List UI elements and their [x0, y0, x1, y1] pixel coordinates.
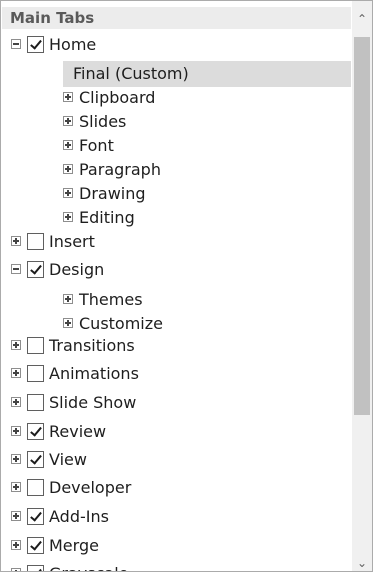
- vertical-scrollbar[interactable]: ⌃ ⌄: [352, 1, 372, 571]
- tab-checkbox[interactable]: [27, 233, 44, 250]
- tree-item-label: Themes: [79, 290, 143, 309]
- chevron-down-icon[interactable]: ⌄: [352, 551, 372, 571]
- tree-item-design[interactable]: Design: [11, 257, 351, 283]
- tab-checkbox[interactable]: [27, 394, 44, 411]
- tree-item-label: Paragraph: [79, 160, 161, 179]
- tree-item-label: Developer: [49, 478, 132, 497]
- main-tabs-tree[interactable]: Main Tabs Home Final (Custom) Clipboard Sli…: [1, 1, 352, 571]
- expand-plus-icon[interactable]: [11, 236, 21, 246]
- tree-item-font[interactable]: Font: [63, 133, 351, 159]
- expand-plus-icon[interactable]: [11, 397, 21, 407]
- tree-item-view[interactable]: View: [11, 447, 351, 473]
- tree-item-label: Add-Ins: [49, 507, 109, 526]
- tab-checkbox[interactable]: [27, 423, 44, 440]
- tree-item-paragraph[interactable]: Paragraph: [63, 157, 351, 183]
- tree-item-label: Grayscale: [49, 561, 128, 571]
- tree-item-label: Drawing: [79, 184, 146, 203]
- tree-item-themes[interactable]: Themes: [63, 287, 351, 313]
- expand-plus-icon[interactable]: [11, 426, 21, 436]
- tree-item-label: Slide Show: [49, 393, 137, 412]
- tab-checkbox[interactable]: [27, 479, 44, 496]
- tree-item-final-custom[interactable]: Final (Custom): [63, 61, 351, 87]
- tree-item-label: Design: [49, 260, 105, 279]
- tree-item-label: Insert: [49, 232, 95, 251]
- tree-item-label: View: [49, 450, 87, 469]
- tree-item-add-ins[interactable]: Add-Ins: [11, 504, 351, 530]
- expand-plus-icon[interactable]: [63, 116, 73, 126]
- tree-item-transitions[interactable]: Transitions: [11, 333, 351, 359]
- expand-plus-icon[interactable]: [11, 482, 21, 492]
- expand-plus-icon[interactable]: [11, 340, 21, 350]
- expand-plus-icon[interactable]: [63, 318, 73, 328]
- tree-item-label: Review: [49, 422, 107, 441]
- chevron-up-icon[interactable]: ⌃: [352, 7, 372, 31]
- collapse-minus-icon[interactable]: [11, 264, 21, 274]
- expand-plus-icon[interactable]: [63, 140, 73, 150]
- tab-checkbox[interactable]: [27, 365, 44, 382]
- main-tabs-header: Main Tabs: [2, 7, 351, 29]
- scroll-thumb[interactable]: [354, 37, 370, 415]
- expand-plus-icon[interactable]: [63, 164, 73, 174]
- tree-item-label: Merge: [49, 536, 99, 555]
- tab-checkbox[interactable]: [27, 36, 44, 53]
- tab-checkbox[interactable]: [27, 337, 44, 354]
- expand-plus-icon[interactable]: [11, 368, 21, 378]
- tab-checkbox[interactable]: [27, 537, 44, 554]
- tree-item-insert[interactable]: Insert: [11, 229, 351, 255]
- expand-plus-icon[interactable]: [11, 568, 21, 571]
- tab-checkbox[interactable]: [27, 508, 44, 525]
- tree-item-slide-show[interactable]: Slide Show: [11, 390, 351, 416]
- collapse-minus-icon[interactable]: [11, 39, 21, 49]
- tree-item-editing[interactable]: Editing: [63, 205, 351, 231]
- tree-item-label: Final (Custom): [73, 64, 189, 83]
- tab-checkbox[interactable]: [27, 261, 44, 278]
- tree-item-label: Font: [79, 136, 114, 155]
- expand-plus-icon[interactable]: [63, 212, 73, 222]
- tree-item-label: Slides: [79, 112, 127, 131]
- tree-item-animations[interactable]: Animations: [11, 361, 351, 387]
- tree-item-drawing[interactable]: Drawing: [63, 181, 351, 207]
- expand-plus-icon[interactable]: [63, 92, 73, 102]
- tab-checkbox[interactable]: [27, 565, 44, 571]
- tree-item-label: Clipboard: [79, 88, 156, 107]
- expand-plus-icon[interactable]: [11, 454, 21, 464]
- tree-item-label: Animations: [49, 364, 139, 383]
- expand-plus-icon[interactable]: [63, 188, 73, 198]
- tree-item-slides[interactable]: Slides: [63, 109, 351, 135]
- tree-item-clipboard[interactable]: Clipboard: [63, 85, 351, 111]
- tab-checkbox[interactable]: [27, 451, 44, 468]
- tree-item-label: Editing: [79, 208, 135, 227]
- expand-plus-icon[interactable]: [11, 511, 21, 521]
- customize-ribbon-panel: Main Tabs Home Final (Custom) Clipboard Sli…: [0, 0, 373, 572]
- expand-plus-icon[interactable]: [11, 540, 21, 550]
- expand-plus-icon[interactable]: [63, 294, 73, 304]
- tree-item-merge[interactable]: Merge: [11, 533, 351, 559]
- tree-item-label: Transitions: [49, 336, 135, 355]
- tree-item-label: Home: [49, 35, 97, 54]
- tree-item-grayscale[interactable]: Grayscale: [11, 561, 351, 571]
- tree-item-home[interactable]: Home: [11, 32, 351, 58]
- tree-item-developer[interactable]: Developer: [11, 475, 351, 501]
- tree-item-review[interactable]: Review: [11, 419, 351, 445]
